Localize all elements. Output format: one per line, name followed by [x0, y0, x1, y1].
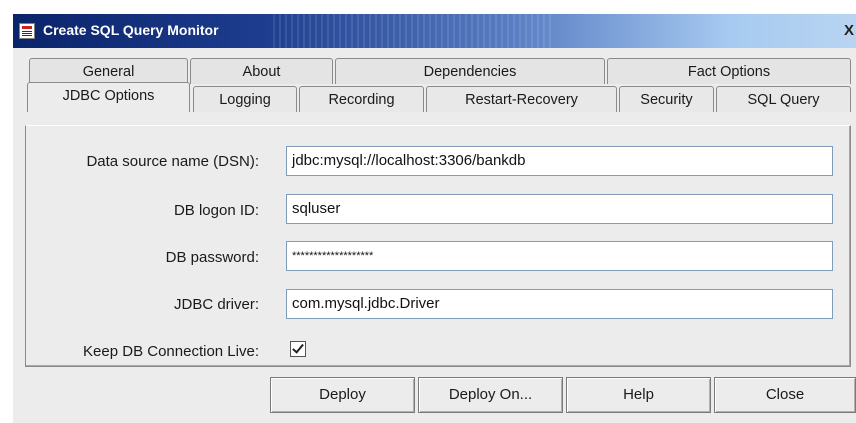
tab-dependencies[interactable]: Dependencies [335, 58, 605, 84]
sql-monitor-icon [19, 23, 35, 39]
logon-id-field[interactable]: sqluser [286, 194, 833, 224]
tab-recording[interactable]: Recording [299, 86, 424, 112]
tab-jdbc-options[interactable]: JDBC Options [27, 82, 190, 112]
dsn-field[interactable]: jdbc:mysql://localhost:3306/bankdb [286, 146, 833, 176]
tab-security[interactable]: Security [619, 86, 714, 112]
help-button[interactable]: Help [566, 377, 711, 413]
tab-logging[interactable]: Logging [193, 86, 297, 112]
deploy-button[interactable]: Deploy [270, 377, 415, 413]
tab-fact-options[interactable]: Fact Options [607, 58, 851, 84]
keep-connection-live-checkbox[interactable] [290, 341, 306, 357]
window-title: Create SQL Query Monitor [43, 22, 219, 38]
deploy-on-button[interactable]: Deploy On... [418, 377, 563, 413]
keep-connection-live-label: Keep DB Connection Live: [83, 343, 259, 360]
logon-id-label: DB logon ID: [173, 202, 259, 219]
jdbc-driver-label: JDBC driver: [173, 296, 259, 313]
password-label: DB password: [165, 249, 259, 266]
tab-sql-query[interactable]: SQL Query [716, 86, 851, 112]
close-button[interactable]: Close [714, 377, 856, 413]
password-field[interactable]: ******************* [286, 241, 833, 271]
close-icon[interactable]: X [840, 22, 856, 40]
tab-restart-recovery[interactable]: Restart-Recovery [426, 86, 617, 112]
jdbc-driver-field[interactable]: com.mysql.jdbc.Driver [286, 289, 833, 319]
tab-about[interactable]: About [190, 58, 333, 84]
title-bar[interactable]: Create SQL Query Monitor X [13, 14, 856, 48]
dsn-label: Data source name (DSN): [86, 153, 259, 170]
create-sql-query-monitor-dialog: Create SQL Query Monitor X General About… [13, 14, 856, 423]
tab-general[interactable]: General [29, 58, 188, 84]
title-bar-pattern [273, 14, 553, 48]
